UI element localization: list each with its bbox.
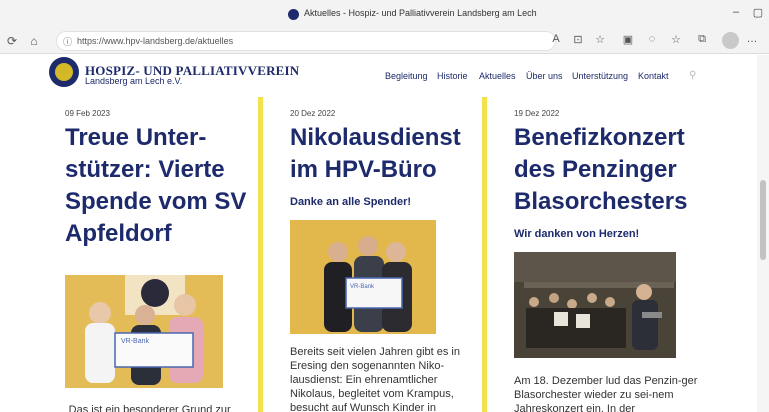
article-subtitle: Danke an alle Spender! (290, 196, 412, 208)
immersive-reader-icon[interactable]: ⊡ (570, 33, 586, 46)
read-aloud-icon[interactable]: A (548, 33, 564, 45)
address-url[interactable]: https://www.hpv-landsberg.de/aktuelles (77, 36, 233, 46)
favorite-add-icon[interactable]: ☆ (592, 33, 608, 46)
nav-begleitung[interactable]: Begleitung (385, 71, 428, 81)
article-card[interactable]: 09 Feb 2023 Treue Unter-stützer: Vierte … (65, 97, 250, 412)
browser-title-bar: Aktuelles - Hospiz- und Palliativverein … (0, 0, 769, 28)
article-photo[interactable]: VR-Bank (65, 275, 223, 388)
address-bar[interactable]: ⓘ https://www.hpv-landsberg.de/aktuelles (56, 31, 556, 51)
article-photo[interactable]: VR-Bank (290, 220, 436, 334)
favorites-icon[interactable]: ☆ (668, 33, 684, 46)
tab-title: Aktuelles - Hospiz- und Palliativverein … (304, 8, 537, 18)
nav-kontakt[interactable]: Kontakt (638, 71, 669, 81)
site-logo[interactable] (49, 57, 79, 87)
article-date: 19 Dez 2022 (514, 109, 560, 118)
scrollbar-thumb[interactable] (760, 180, 766, 260)
article-excerpt: Bereits seit vielen Jahren gibt es in Er… (290, 346, 460, 412)
home-icon[interactable]: ⌂ (26, 33, 42, 49)
article-title[interactable]: Treue Unter-stützer: Vierte Spende vom S… (65, 122, 250, 250)
site-favicon-icon (288, 9, 299, 20)
brand-location[interactable]: Landsberg am Lech e.V. (85, 76, 182, 86)
article-date: 09 Feb 2023 (65, 109, 110, 118)
collections-icon[interactable]: ⧉ (694, 33, 710, 46)
page-scrollbar[interactable] (757, 55, 769, 412)
browser-toolbar: ⟳ ⌂ ⓘ https://www.hpv-landsberg.de/aktue… (0, 28, 769, 54)
article-excerpt: Am 18. Dezember lud das Penzin-ger Blaso… (514, 375, 698, 412)
page-info-icon[interactable]: ⓘ (63, 35, 72, 48)
article-date: 20 Dez 2022 (290, 109, 336, 118)
nav-historie[interactable]: Historie (437, 71, 468, 81)
profile-avatar[interactable] (722, 32, 739, 49)
minimize-icon[interactable]: – (728, 6, 744, 18)
article-title[interactable]: Benefizkonzert des Penzinger Blasorchest… (514, 122, 706, 218)
check-bank-label: VR-Bank (121, 338, 150, 345)
article-excerpt: „Das ist ein besonderer Grund zur Freude… (65, 404, 231, 412)
article-subtitle: Wir danken von Herzen! (514, 228, 640, 240)
more-menu-icon[interactable]: … (744, 33, 760, 45)
column-divider (258, 97, 263, 412)
site-header: HOSPIZ- UND PALLIATIVVEREIN Landsberg am… (0, 55, 755, 97)
refresh-ext-icon[interactable]: ◌ (644, 33, 660, 45)
search-icon[interactable]: ⚲ (689, 70, 696, 81)
article-card[interactable]: 20 Dez 2022 Nikolausdienst im HPV-Büro D… (290, 97, 470, 412)
column-divider (482, 97, 487, 412)
nav-unterstuetzung[interactable]: Unterstützung (572, 71, 628, 81)
article-photo[interactable] (514, 252, 676, 358)
check-bank-label: VR-Bank (350, 284, 375, 290)
article-title[interactable]: Nikolausdienst im HPV-Büro (290, 122, 470, 186)
maximize-icon[interactable]: ▢ (750, 6, 766, 19)
nav-aktuelles[interactable]: Aktuelles (479, 71, 516, 81)
nav-ueber-uns[interactable]: Über uns (526, 71, 563, 81)
reload-icon[interactable]: ⟳ (4, 33, 20, 49)
extension-icon[interactable]: ▣ (620, 33, 636, 46)
article-card[interactable]: 19 Dez 2022 Benefizkonzert des Penzinger… (514, 97, 706, 412)
